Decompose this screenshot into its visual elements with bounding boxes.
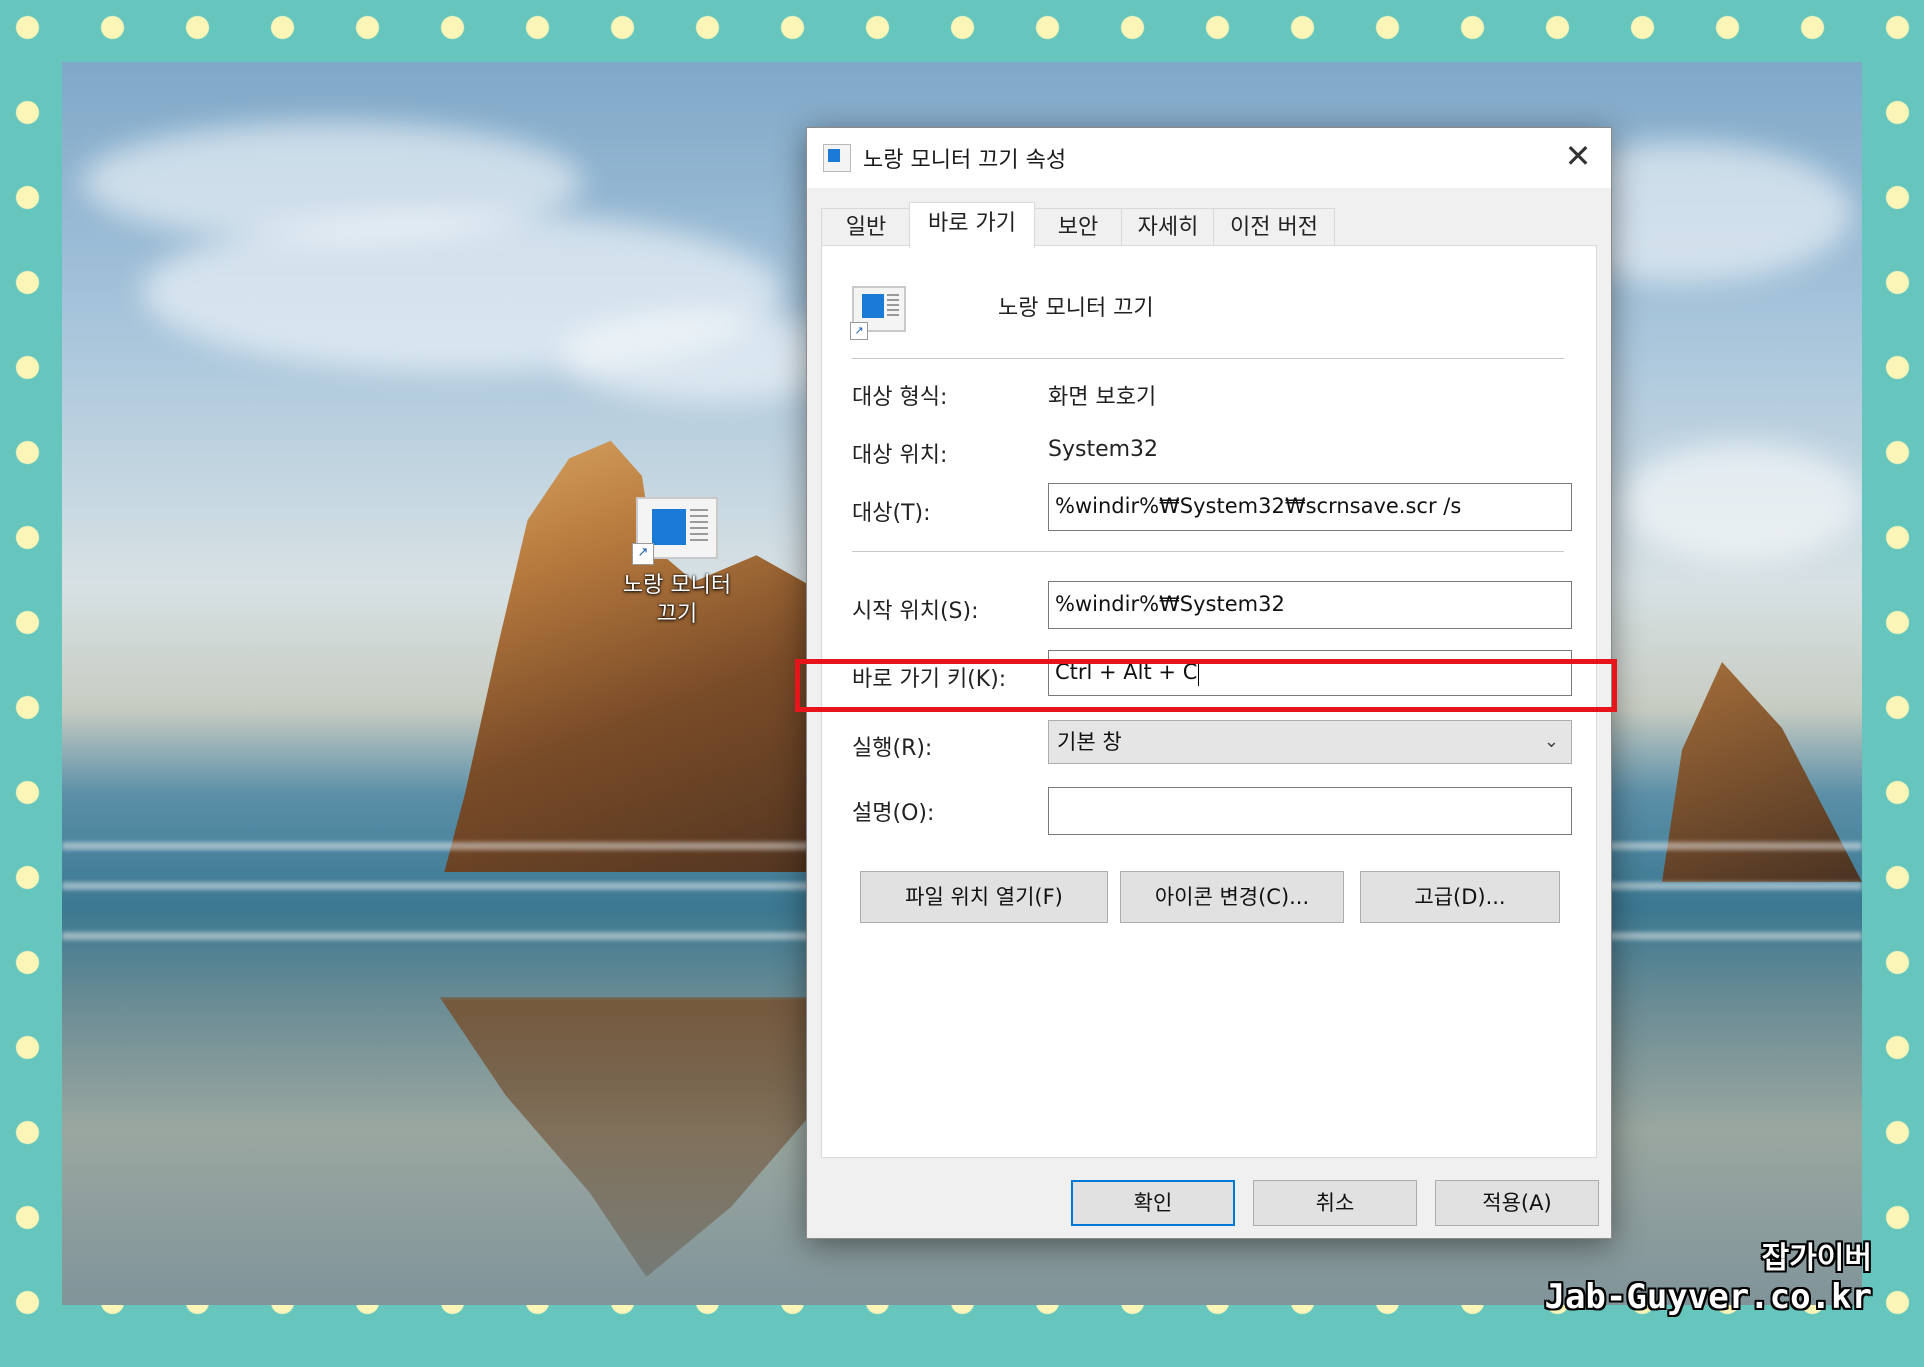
- rock-reflection: [439, 997, 872, 1277]
- advanced-button[interactable]: 고급(D)...: [1360, 871, 1560, 923]
- screensaver-shortcut-icon: [823, 144, 851, 172]
- dialog-title: 노랑 모니터 끄기 속성: [863, 148, 1067, 173]
- run-select[interactable]: 기본 창 ⌄: [1048, 720, 1572, 764]
- comment-field[interactable]: [1048, 787, 1572, 835]
- comment-label: 설명(O):: [852, 801, 935, 826]
- desktop-shortcut-label-line1: 노랑 모니터: [622, 573, 732, 598]
- desktop-shortcut-label: 노랑 모니터 끄기: [602, 571, 752, 629]
- desktop-shortcut-label-line2: 끄기: [656, 602, 698, 627]
- target-location-label: 대상 위치:: [852, 443, 948, 468]
- screensaver-shortcut-icon: ↗: [850, 286, 906, 340]
- watermark-korean: 잡가이버: [1761, 1241, 1872, 1276]
- target-type-label: 대상 형식:: [852, 385, 948, 410]
- divider: [852, 551, 1564, 552]
- watermark: 잡가이버 Jab-Guyver.co.kr: [1544, 1241, 1872, 1317]
- target-location-value: System32: [1048, 437, 1159, 462]
- change-icon-button[interactable]: 아이콘 변경(C)...: [1120, 871, 1344, 923]
- run-select-value: 기본 창: [1057, 730, 1122, 754]
- ok-button[interactable]: 확인: [1071, 1180, 1235, 1226]
- tab-general[interactable]: 일반: [821, 208, 911, 246]
- tab-previous-versions[interactable]: 이전 버전: [1213, 208, 1335, 246]
- desktop-shortcut-icon[interactable]: ↗ 노랑 모니터 끄기: [602, 497, 752, 629]
- tab-shortcut[interactable]: 바로 가기: [909, 202, 1035, 248]
- apply-button[interactable]: 적용(A): [1435, 1180, 1599, 1226]
- start-in-label: 시작 위치(S):: [852, 599, 979, 624]
- tab-security[interactable]: 보안: [1033, 208, 1123, 246]
- chevron-down-icon: ⌄: [1543, 731, 1559, 752]
- screensaver-shortcut-icon: ↗: [632, 497, 718, 565]
- target-field[interactable]: %windir%₩System32₩scrnsave.scr /s: [1048, 483, 1572, 531]
- shortcut-key-highlight: [795, 659, 1617, 712]
- close-icon: ✕: [1564, 137, 1592, 175]
- watermark-url: Jab-Guyver.co.kr: [1544, 1277, 1872, 1317]
- divider: [852, 358, 1564, 359]
- shortcut-name: 노랑 모니터 끄기: [998, 296, 1154, 321]
- tab-details[interactable]: 자세히: [1121, 208, 1215, 246]
- open-file-location-button[interactable]: 파일 위치 열기(F): [860, 871, 1108, 923]
- start-in-field[interactable]: %windir%₩System32: [1048, 581, 1572, 629]
- target-label: 대상(T):: [852, 501, 931, 526]
- cancel-button[interactable]: 취소: [1253, 1180, 1417, 1226]
- close-button[interactable]: ✕: [1555, 134, 1601, 178]
- target-type-value: 화면 보호기: [1048, 385, 1157, 410]
- shortcut-arrow-icon: ↗: [850, 322, 868, 340]
- run-label: 실행(R):: [852, 736, 933, 761]
- title-bar: 노랑 모니터 끄기 속성 ✕: [807, 128, 1611, 188]
- shortcut-arrow-icon: ↗: [632, 543, 654, 565]
- cloud: [1622, 442, 1862, 562]
